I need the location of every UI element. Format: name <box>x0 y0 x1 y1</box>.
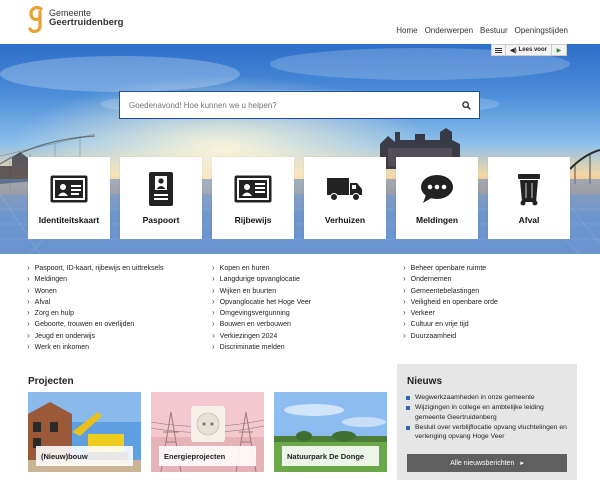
search-icon[interactable] <box>453 92 479 118</box>
topic-link[interactable]: Wijken en buurten <box>212 286 403 297</box>
news-heading: Nieuws <box>407 376 443 387</box>
news-panel: Nieuws Wegwerkzaamheden in onze gemeente… <box>397 364 577 480</box>
links-column-2: Kopen en huren Langdurige opvanglocatie … <box>212 263 403 353</box>
search-input[interactable] <box>120 100 453 110</box>
topic-link[interactable]: Jeugd en onderwijs <box>27 331 212 342</box>
readspeaker-label: Lees voor <box>518 47 547 53</box>
topic-link[interactable]: Verkeer <box>403 308 587 319</box>
nav-bestuur[interactable]: Bestuur <box>480 26 508 35</box>
all-news-button[interactable]: Alle nieuwsberichten ▸ <box>407 454 567 472</box>
chat-bubble-icon <box>420 171 454 207</box>
links-column-3: Beheer openbare ruimte Ondernemen Gemeen… <box>403 263 587 353</box>
news-list: Wegwerkzaamheden in onze gemeente Wijzig… <box>406 393 572 442</box>
gemeente-logo-icon[interactable] <box>28 6 46 34</box>
speaker-icon: ◀) <box>510 47 517 54</box>
topic-link[interactable]: Wonen <box>27 286 212 297</box>
project-card-label: Natuurpark De Donge <box>282 446 379 466</box>
nav-openingstijden[interactable]: Openingstijden <box>515 26 568 35</box>
news-item[interactable]: Besluit over verblijflocatie opvang vluc… <box>406 423 572 442</box>
tile-paspoort[interactable]: Paspoort <box>120 157 202 239</box>
chevron-right-icon: ▸ <box>520 460 524 467</box>
tile-label: Verhuizen <box>324 215 366 225</box>
tile-verhuizen[interactable]: Verhuizen <box>304 157 386 239</box>
id-card-icon <box>50 171 88 207</box>
topic-link[interactable]: Kopen en huren <box>212 263 403 274</box>
project-cards: (Nieuw)bouw Energieprojecten Natuurpark … <box>28 392 387 472</box>
links-column-1: Paspoort, ID-kaart, rijbewijs en uittrek… <box>27 263 212 353</box>
tile-label: Afval <box>518 215 540 225</box>
topic-link[interactable]: Langdurige opvanglocatie <box>212 274 403 285</box>
truck-icon <box>327 171 363 207</box>
readspeaker-bar: ◀) Lees voor ▶ <box>491 44 567 56</box>
topic-link[interactable]: Verkiezingen 2024 <box>212 331 403 342</box>
readspeaker-start-icon[interactable]: ▶ <box>552 47 566 54</box>
trash-bin-icon <box>517 171 541 207</box>
topic-link[interactable]: Omgevingsvergunning <box>212 308 403 319</box>
topic-link[interactable]: Paspoort, ID-kaart, rijbewijs en uittrek… <box>27 263 212 274</box>
tile-label: Meldingen <box>415 215 459 225</box>
nav-onderwerpen[interactable]: Onderwerpen <box>425 26 473 35</box>
news-item[interactable]: Wijzigingen in college en ambtelijke lei… <box>406 403 572 422</box>
topic-link[interactable]: Veiligheid en openbare orde <box>403 297 587 308</box>
project-card-energieprojecten[interactable]: Energieprojecten <box>151 392 264 472</box>
tile-label: Rijbewijs <box>234 215 272 225</box>
topic-link[interactable]: Werk en inkomen <box>27 342 212 353</box>
tile-meldingen[interactable]: Meldingen <box>396 157 478 239</box>
topic-link[interactable]: Duurzaamheid <box>403 331 587 342</box>
topic-link[interactable]: Geboorte, trouwen en overlijden <box>27 319 212 330</box>
topic-link[interactable]: Cultuur en vrije tijd <box>403 319 587 330</box>
tile-identiteitskaart[interactable]: Identiteitskaart <box>28 157 110 239</box>
topic-link[interactable]: Meldingen <box>27 274 212 285</box>
topic-link[interactable]: Afval <box>27 297 212 308</box>
topic-link[interactable]: Bouwen en verbouwen <box>212 319 403 330</box>
topic-link[interactable]: Ondernemen <box>403 274 587 285</box>
topic-link[interactable]: Beheer openbare ruimte <box>403 263 587 274</box>
readspeaker-menu-icon[interactable] <box>492 45 506 55</box>
tile-rijbewijs[interactable]: Rijbewijs <box>212 157 294 239</box>
tile-label: Paspoort <box>142 215 180 225</box>
top-navigation: Home Onderwerpen Bestuur Openingstijden <box>396 26 568 35</box>
topic-link[interactable]: Discriminatie melden <box>212 342 403 353</box>
project-card-nieuwbouw[interactable]: (Nieuw)bouw <box>28 392 141 472</box>
site-header: Gemeente Geertruidenberg Home Onderwerpe… <box>0 0 600 44</box>
project-card-label: Energieprojecten <box>159 446 256 466</box>
projects-heading: Projecten <box>28 376 74 387</box>
readspeaker-play-button[interactable]: ◀) Lees voor <box>506 45 552 55</box>
passport-icon <box>149 171 173 207</box>
project-card-natuurpark[interactable]: Natuurpark De Donge <box>274 392 387 472</box>
nav-home[interactable]: Home <box>396 26 417 35</box>
site-logo-text[interactable]: Gemeente Geertruidenberg <box>49 8 123 28</box>
topic-link[interactable]: Gemeentebelastingen <box>403 286 587 297</box>
logo-line-2: Geertruidenberg <box>49 17 124 28</box>
topic-link[interactable]: Opvanglocatie het Hoge Veer <box>212 297 403 308</box>
drivers-license-icon <box>234 171 272 207</box>
tile-afval[interactable]: Afval <box>488 157 570 239</box>
topic-link[interactable]: Zorg en hulp <box>27 308 212 319</box>
all-news-button-label: Alle nieuwsberichten <box>450 459 515 467</box>
task-tiles: Identiteitskaart Paspoort Rijbewijs Verh… <box>28 157 572 239</box>
topic-links: Paspoort, ID-kaart, rijbewijs en uittrek… <box>27 263 587 353</box>
news-item[interactable]: Wegwerkzaamheden in onze gemeente <box>406 393 572 403</box>
search-bar <box>119 91 480 119</box>
project-card-label: (Nieuw)bouw <box>36 446 133 466</box>
tile-label: Identiteitskaart <box>38 215 100 225</box>
